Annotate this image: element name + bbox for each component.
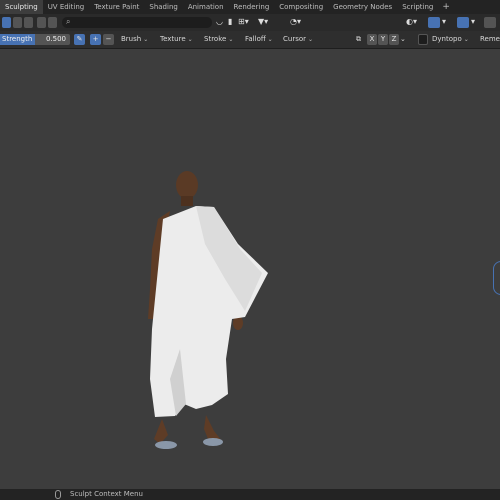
navigation-gizmo-edge[interactable] bbox=[493, 261, 500, 295]
symmetry-icon[interactable]: ⧉ bbox=[356, 34, 361, 45]
pressure-icon[interactable]: ✎ bbox=[74, 34, 85, 45]
status-bar: Sculpt Context Menu bbox=[0, 489, 500, 500]
model-left-foot bbox=[154, 419, 168, 444]
chevron-down-icon: ⌄ bbox=[463, 36, 469, 43]
search-input[interactable]: ⌕ bbox=[62, 17, 212, 28]
add-workspace-button[interactable]: + bbox=[438, 2, 454, 12]
stroke-menu-label: Stroke bbox=[204, 35, 227, 43]
tab-scripting[interactable]: Scripting bbox=[397, 0, 438, 14]
tab-uv-editing[interactable]: UV Editing bbox=[43, 0, 90, 14]
bookmark-icon[interactable]: ▮ bbox=[228, 16, 232, 28]
strength-slider[interactable]: Strength 0.500 bbox=[0, 34, 70, 45]
tab-animation[interactable]: Animation bbox=[183, 0, 229, 14]
tab-shading[interactable]: Shading bbox=[144, 0, 182, 14]
axis-x-toggle[interactable]: X bbox=[367, 34, 377, 45]
dyntopo-label: Dyntopo bbox=[432, 35, 462, 43]
brush-menu-label: Brush bbox=[121, 35, 142, 43]
fill-icon[interactable]: ◡ bbox=[216, 16, 223, 28]
filter-icon[interactable]: ▼▾ bbox=[258, 16, 268, 28]
tool-settings-bar: Strength 0.500 ✎ + − Brush ⌄ Texture ⌄ Str… bbox=[0, 31, 500, 49]
mode-toggle-button-4[interactable] bbox=[48, 17, 57, 28]
visibility-dropdown-icon[interactable]: ◔▾ bbox=[290, 16, 301, 28]
cursor-menu-label: Cursor bbox=[283, 35, 307, 43]
cursor-menu[interactable]: Cursor ⌄ bbox=[283, 34, 313, 45]
tab-geometry-nodes[interactable]: Geometry Nodes bbox=[328, 0, 397, 14]
texture-menu[interactable]: Texture ⌄ bbox=[160, 34, 193, 45]
chevron-down-icon: ⌄ bbox=[267, 36, 273, 43]
remesh-menu[interactable]: Reme bbox=[480, 34, 500, 45]
gizmo-dropdown-icon[interactable]: ▾ bbox=[442, 16, 446, 28]
sculpt-model bbox=[148, 171, 268, 449]
remesh-label: Reme bbox=[480, 35, 500, 43]
shading-material-button[interactable] bbox=[484, 17, 496, 28]
axis-z-toggle[interactable]: Z bbox=[389, 34, 399, 45]
chevron-down-icon: ⌄ bbox=[187, 36, 193, 43]
mode-toggle-button-1[interactable] bbox=[13, 17, 22, 28]
strength-label: Strength bbox=[2, 35, 33, 43]
stroke-menu[interactable]: Stroke ⌄ bbox=[204, 34, 233, 45]
mode-toggle-button-3[interactable] bbox=[37, 17, 46, 28]
shading-solid-button[interactable] bbox=[457, 17, 469, 28]
status-context-menu-hint: Sculpt Context Menu bbox=[70, 490, 143, 498]
mode-toggle-button-2[interactable] bbox=[24, 17, 33, 28]
texture-menu-label: Texture bbox=[160, 35, 186, 43]
add-stroke-button[interactable]: + bbox=[90, 34, 101, 45]
tab-rendering[interactable]: Rendering bbox=[229, 0, 275, 14]
dyntopo-menu[interactable]: Dyntopo ⌄ bbox=[432, 34, 469, 45]
shading-dropdown-icon[interactable]: ▾ bbox=[471, 16, 475, 28]
mouse-right-click-icon bbox=[55, 490, 61, 499]
falloff-menu-label: Falloff bbox=[245, 35, 266, 43]
chevron-down-icon: ⌄ bbox=[143, 36, 149, 43]
axis-y-toggle[interactable]: Y bbox=[378, 34, 388, 45]
search-icon: ⌕ bbox=[66, 17, 71, 26]
model-head bbox=[176, 171, 198, 199]
tab-sculpting[interactable]: Sculpting bbox=[0, 0, 43, 14]
strength-value: 0.500 bbox=[45, 35, 66, 43]
subtract-stroke-button[interactable]: − bbox=[103, 34, 114, 45]
hierarchy-icon[interactable]: ⊞▾ bbox=[238, 16, 249, 28]
select-box-tool-button[interactable] bbox=[2, 17, 11, 28]
gizmo-toggle-button[interactable] bbox=[428, 17, 440, 28]
chevron-down-icon: ⌄ bbox=[308, 36, 314, 43]
tab-compositing[interactable]: Compositing bbox=[274, 0, 328, 14]
tab-texture-paint[interactable]: Texture Paint bbox=[89, 0, 144, 14]
model-neck bbox=[181, 196, 193, 206]
workspace-tabs: Sculpting UV Editing Texture Paint Shadi… bbox=[0, 0, 500, 14]
brush-menu[interactable]: Brush ⌄ bbox=[121, 34, 148, 45]
3d-viewport[interactable] bbox=[0, 49, 500, 487]
model-right-sandal bbox=[203, 438, 223, 446]
dyntopo-checkbox[interactable] bbox=[418, 34, 428, 45]
chevron-down-icon: ⌄ bbox=[228, 36, 234, 43]
overlay-toggle-icon[interactable]: ◐▾ bbox=[406, 16, 417, 28]
symmetry-dropdown-icon[interactable]: ⌄ bbox=[400, 34, 406, 45]
model-left-sandal bbox=[155, 441, 177, 449]
falloff-menu[interactable]: Falloff ⌄ bbox=[245, 34, 273, 45]
